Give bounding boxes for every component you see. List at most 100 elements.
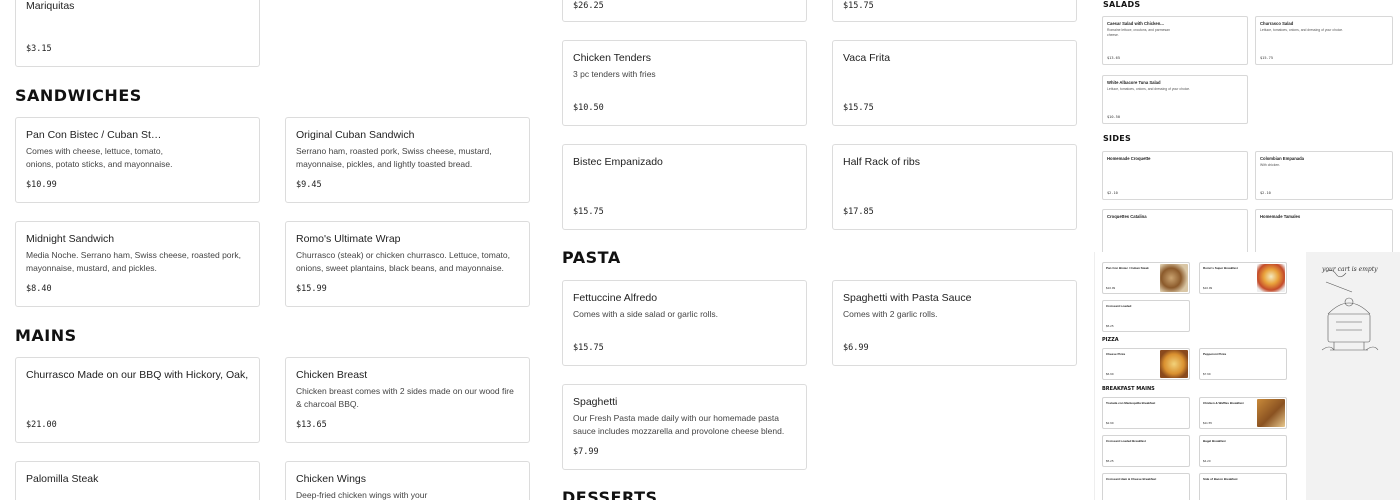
menu-item-description: Deep-fried chicken wings with your bbox=[296, 490, 428, 500]
menu-item-price: $8.40 bbox=[26, 284, 52, 294]
menu-item-price: $3.15 bbox=[26, 44, 52, 54]
menu-item-price: $15.75 bbox=[573, 207, 604, 217]
menu-item-card[interactable]: Bistec Empanizado $15.75 bbox=[562, 144, 807, 230]
menu-item-card[interactable]: Churrasco Made on our BBQ with Hickory, … bbox=[15, 357, 260, 443]
menu-item-name: Vaca Frita bbox=[843, 52, 891, 64]
menu-item-name: Chicken Tenders bbox=[573, 52, 652, 64]
menu-item-card[interactable]: Pan Con Bistec / Cuban Steak Sandwich Co… bbox=[15, 117, 260, 203]
mini-item-name: Side of Bacon Breakfast bbox=[1203, 477, 1238, 481]
menu-item-card[interactable]: Vaca Frita $15.75 bbox=[832, 40, 1077, 126]
menu-item-price: $10.99 bbox=[26, 180, 57, 190]
mini-item-card[interactable]: Side of Bacon Breakfast bbox=[1199, 473, 1287, 500]
menu-item-name: Romo's Ultimate Wrap bbox=[296, 233, 401, 245]
menu-thumbnail-preview: Pan Con Bistec / Cuban Steak $10.99 Romo… bbox=[1094, 252, 1306, 500]
mini-item-name: Pepperoni Pizza bbox=[1203, 352, 1227, 356]
mini-item-name: Croissant Ham & Cheese Breakfast bbox=[1106, 477, 1157, 481]
preview-item-name: White Albacore Tuna Salad bbox=[1107, 80, 1161, 85]
preview-item-card[interactable]: Homemade Croquette $2.10 bbox=[1102, 151, 1248, 200]
menu-item-name: Bistec Empanizado bbox=[573, 156, 663, 168]
menu-item-price: $26.25 bbox=[573, 1, 604, 11]
menu-item-card[interactable]: Chicken Wings Deep-fried chicken wings w… bbox=[285, 461, 530, 500]
food-photo bbox=[1160, 350, 1188, 378]
mini-item-card[interactable]: Croissant Loaded $5.25 bbox=[1102, 300, 1190, 332]
mini-item-card[interactable]: Pan Con Bistec / Cuban Steak $10.99 bbox=[1102, 262, 1190, 294]
menu-item-price: $13.65 bbox=[296, 420, 327, 430]
menu-item-description: Chicken breast comes with 2 sides made o… bbox=[296, 386, 514, 409]
mini-item-name: Croissant Loaded Breakfast bbox=[1106, 439, 1146, 443]
menu-item-card[interactable]: Mariquitas $3.15 bbox=[15, 0, 260, 67]
preview-item-card[interactable]: Colombian Empanada With chicken. $2.10 bbox=[1255, 151, 1393, 200]
section-title-desserts: DESSERTS bbox=[562, 488, 658, 500]
menu-item-card[interactable]: Fettuccine Alfredo Comes with a side sal… bbox=[562, 280, 807, 366]
mini-item-name: Croissant Loaded bbox=[1106, 304, 1132, 308]
mini-section-title-pizza: PIZZA bbox=[1102, 337, 1119, 343]
section-title-sandwiches: SANDWICHES bbox=[15, 86, 142, 105]
menu-item-description: Comes with a side salad or garlic rolls. bbox=[573, 309, 719, 319]
preview-item-name: Croquettes Catalina bbox=[1107, 214, 1147, 219]
menu-item-name: Spaghetti with Pasta Sauce bbox=[843, 292, 972, 304]
menu-item-price: $15.99 bbox=[296, 284, 327, 294]
menu-item-price: $10.50 bbox=[573, 103, 604, 113]
menu-item-name: Chicken Wings bbox=[296, 473, 367, 485]
food-photo bbox=[1257, 264, 1285, 292]
preview-item-name: Churrasco Salad bbox=[1260, 21, 1294, 26]
preview-item-price: $10.50 bbox=[1107, 115, 1120, 119]
menu-item-description: Media Noche. Serrano ham, Swiss cheese, … bbox=[26, 250, 241, 273]
mini-item-price: $2.99 bbox=[1106, 421, 1114, 425]
menu-item-card[interactable]: Chicken Tenders 3 pc tenders with fries … bbox=[562, 40, 807, 126]
menu-item-name: Churrasco Made on our BBQ with Hickory, … bbox=[26, 369, 249, 381]
menu-item-price: $17.85 bbox=[843, 207, 874, 217]
menu-item-description: 3 pc tenders with fries bbox=[573, 69, 656, 79]
menu-item-card[interactable]: $15.75 bbox=[832, 0, 1077, 22]
mini-item-name: Romo's Super Breakfast bbox=[1203, 266, 1238, 270]
preview-item-name: Colombian Empanada bbox=[1260, 156, 1304, 161]
empty-cart-illustration: your cart is empty bbox=[1306, 252, 1400, 500]
preview-item-card[interactable]: Caesar Salad with Chicken... Romaine let… bbox=[1102, 16, 1248, 65]
menu-item-name: Half Rack of ribs bbox=[843, 156, 921, 168]
mini-item-price: $5.25 bbox=[1106, 459, 1114, 463]
menu-item-card[interactable]: Chicken Breast Chicken breast comes with… bbox=[285, 357, 530, 443]
preview-item-card[interactable]: White Albacore Tuna Salad Lettuce, tomat… bbox=[1102, 75, 1248, 124]
menu-item-card[interactable]: Half Rack of ribs $17.85 bbox=[832, 144, 1077, 230]
menu-item-name: Pan Con Bistec / Cuban Steak Sandwich bbox=[26, 129, 166, 141]
menu-item-price: $15.75 bbox=[843, 103, 874, 113]
mini-item-card[interactable]: Croissant Ham & Cheese Breakfast bbox=[1102, 473, 1190, 500]
food-photo bbox=[1160, 264, 1188, 292]
mini-item-card[interactable]: Romo's Super Breakfast $10.99 bbox=[1199, 262, 1287, 294]
menu-item-name: Spaghetti bbox=[573, 396, 618, 408]
menu-item-card[interactable]: Spaghetti with Pasta Sauce Comes with 2 … bbox=[832, 280, 1077, 366]
menu-item-card[interactable]: Romo's Ultimate Wrap Churrasco (steak) o… bbox=[285, 221, 530, 307]
mini-item-price: $11.55 bbox=[1203, 421, 1212, 425]
preview-item-card[interactable]: Homemade Tamales bbox=[1255, 209, 1393, 258]
mini-item-card[interactable]: Croissant Loaded Breakfast $5.25 bbox=[1102, 435, 1190, 467]
mini-item-price: $4.20 bbox=[1203, 459, 1211, 463]
menu-item-card[interactable]: Midnight Sandwich Media Noche. Serrano h… bbox=[15, 221, 260, 307]
menu-item-card[interactable]: $26.25 bbox=[562, 0, 807, 22]
preview-item-card[interactable]: Croquettes Catalina bbox=[1102, 209, 1248, 258]
menu-item-name: Mariquitas bbox=[26, 0, 75, 12]
menu-item-card[interactable]: Original Cuban Sandwich Serrano ham, roa… bbox=[285, 117, 530, 203]
menu-item-description: Comes with 2 garlic rolls. bbox=[843, 309, 938, 319]
mini-item-name: Pan Con Bistec / Cuban Steak bbox=[1106, 266, 1149, 270]
menu-item-name: Palomilla Steak bbox=[26, 473, 99, 485]
preview-section-title-salads: SALADS bbox=[1103, 0, 1141, 9]
preview-item-card[interactable]: Churrasco Salad Lettuce, tomatoes, onion… bbox=[1255, 16, 1393, 65]
mini-item-price: $10.99 bbox=[1203, 286, 1213, 290]
preview-item-description: Romaine lettuce, croutons, and parmesan … bbox=[1107, 28, 1170, 37]
mini-item-card[interactable]: Bagel Breakfast $4.20 bbox=[1199, 435, 1287, 467]
mini-item-card[interactable]: Tostada con Mantequilla Breakfast $2.99 bbox=[1102, 397, 1190, 429]
mini-item-card[interactable]: Cheese Pizza $6.99 bbox=[1102, 348, 1190, 380]
bistro-sketch-icon bbox=[1321, 270, 1379, 351]
menu-item-price: $15.75 bbox=[843, 1, 874, 11]
preview-item-name: Homemade Croquette bbox=[1107, 156, 1151, 161]
preview-item-name: Caesar Salad with Chicken... bbox=[1107, 21, 1164, 26]
mini-item-name: Cheese Pizza bbox=[1106, 352, 1126, 356]
menu-item-name: Original Cuban Sandwich bbox=[296, 129, 415, 141]
mini-item-card[interactable]: Chicken & Waffles Breakfast $11.55 bbox=[1199, 397, 1287, 429]
menu-item-card[interactable]: Spaghetti Our Fresh Pasta made daily wit… bbox=[562, 384, 807, 470]
menu-item-name: Chicken Breast bbox=[296, 369, 368, 381]
food-photo bbox=[1257, 399, 1285, 427]
menu-item-description: Comes with cheese, lettuce, tomato, onio… bbox=[26, 146, 173, 169]
menu-item-card[interactable]: Palomilla Steak bbox=[15, 461, 260, 500]
mini-item-card[interactable]: Pepperoni Pizza $7.99 bbox=[1199, 348, 1287, 380]
